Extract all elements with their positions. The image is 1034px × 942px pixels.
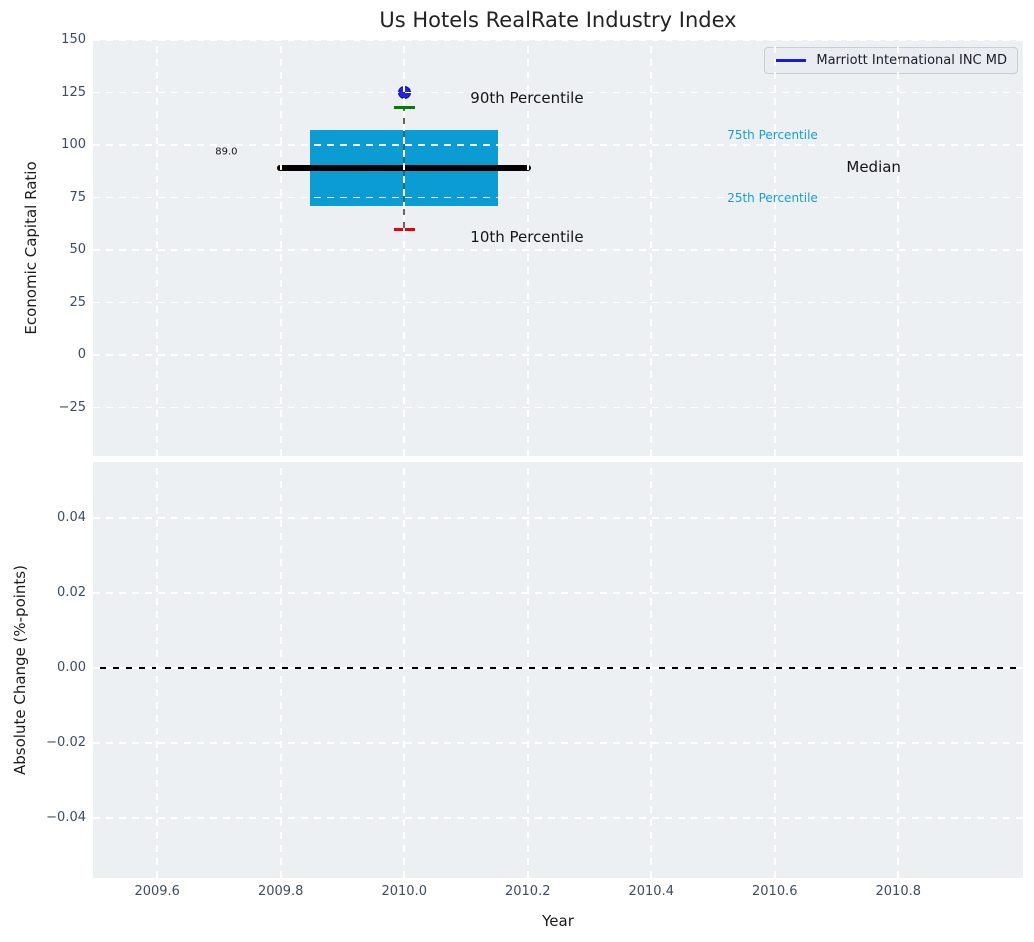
x-tick-label: 2009.6 (134, 884, 180, 899)
gridline-vertical (156, 462, 158, 878)
x-tick-label: 2009.8 (258, 884, 304, 899)
x-tick-label: 2010.2 (505, 884, 551, 899)
y-tick-label: −0.02 (0, 734, 86, 752)
y-tick-label: −25 (0, 399, 86, 417)
y-tick-label: 0.04 (0, 509, 86, 527)
gridline-vertical (403, 462, 405, 878)
chart-title: Us Hotels RealRate Industry Index (379, 8, 736, 32)
gridline-horizontal (93, 407, 1023, 409)
gridline-horizontal (93, 817, 1023, 819)
gridline-vertical (774, 462, 776, 878)
bottom-axes (93, 462, 1023, 878)
top-axes: Marriott International INC MD 90th Perce… (93, 40, 1023, 456)
annotation: 89.0 (215, 146, 237, 157)
gridline-horizontal (93, 667, 1023, 669)
gridline-vertical (897, 462, 899, 878)
y-tick-label: −0.04 (0, 809, 86, 827)
y-tick-label: 150 (0, 31, 86, 49)
y-tick-label: 0.02 (0, 584, 86, 602)
gridline-vertical (774, 40, 776, 456)
gridline-vertical (527, 462, 529, 878)
annotation: 75th Percentile (727, 128, 818, 142)
x-tick-label: 2010.8 (876, 884, 922, 899)
legend-line-sample (775, 59, 806, 62)
gridline-horizontal (93, 197, 1023, 199)
annotation: 90th Percentile (470, 89, 583, 107)
y-tick-label: 100 (0, 136, 86, 154)
y-tick-label: 50 (0, 241, 86, 259)
y-tick-label: 75 (0, 189, 86, 207)
x-tick-label: 2010.4 (628, 884, 674, 899)
gridline-horizontal (93, 354, 1023, 356)
gridline-vertical (403, 40, 405, 456)
annotation: 25th Percentile (727, 191, 818, 205)
gridline-horizontal (93, 40, 1023, 41)
y-tick-label: 25 (0, 294, 86, 312)
gridline-vertical (650, 40, 652, 456)
x-tick-label: 2010.0 (381, 884, 427, 899)
gridline-horizontal (93, 517, 1023, 519)
gridline-horizontal (93, 592, 1023, 594)
gridline-horizontal (93, 302, 1023, 304)
gridline-vertical (650, 462, 652, 878)
gridline-horizontal (93, 249, 1023, 251)
x-axis-label: Year (542, 912, 574, 930)
legend: Marriott International INC MD (764, 47, 1018, 74)
x-tick-label: 2010.6 (752, 884, 798, 899)
gridline-vertical (280, 462, 282, 878)
gridline-horizontal (93, 742, 1023, 744)
y-tick-label: 0.00 (0, 659, 86, 677)
gridline-vertical (897, 40, 899, 456)
figure: Us Hotels RealRate Industry Index Econom… (0, 0, 1034, 942)
y-tick-label: 0 (0, 346, 86, 364)
annotation: Median (846, 158, 901, 176)
gridline-vertical (156, 40, 158, 456)
gridline-vertical (280, 40, 282, 456)
legend-label: Marriott International INC MD (816, 53, 1007, 68)
annotation: 10th Percentile (470, 228, 583, 246)
y-tick-label: 125 (0, 84, 86, 102)
